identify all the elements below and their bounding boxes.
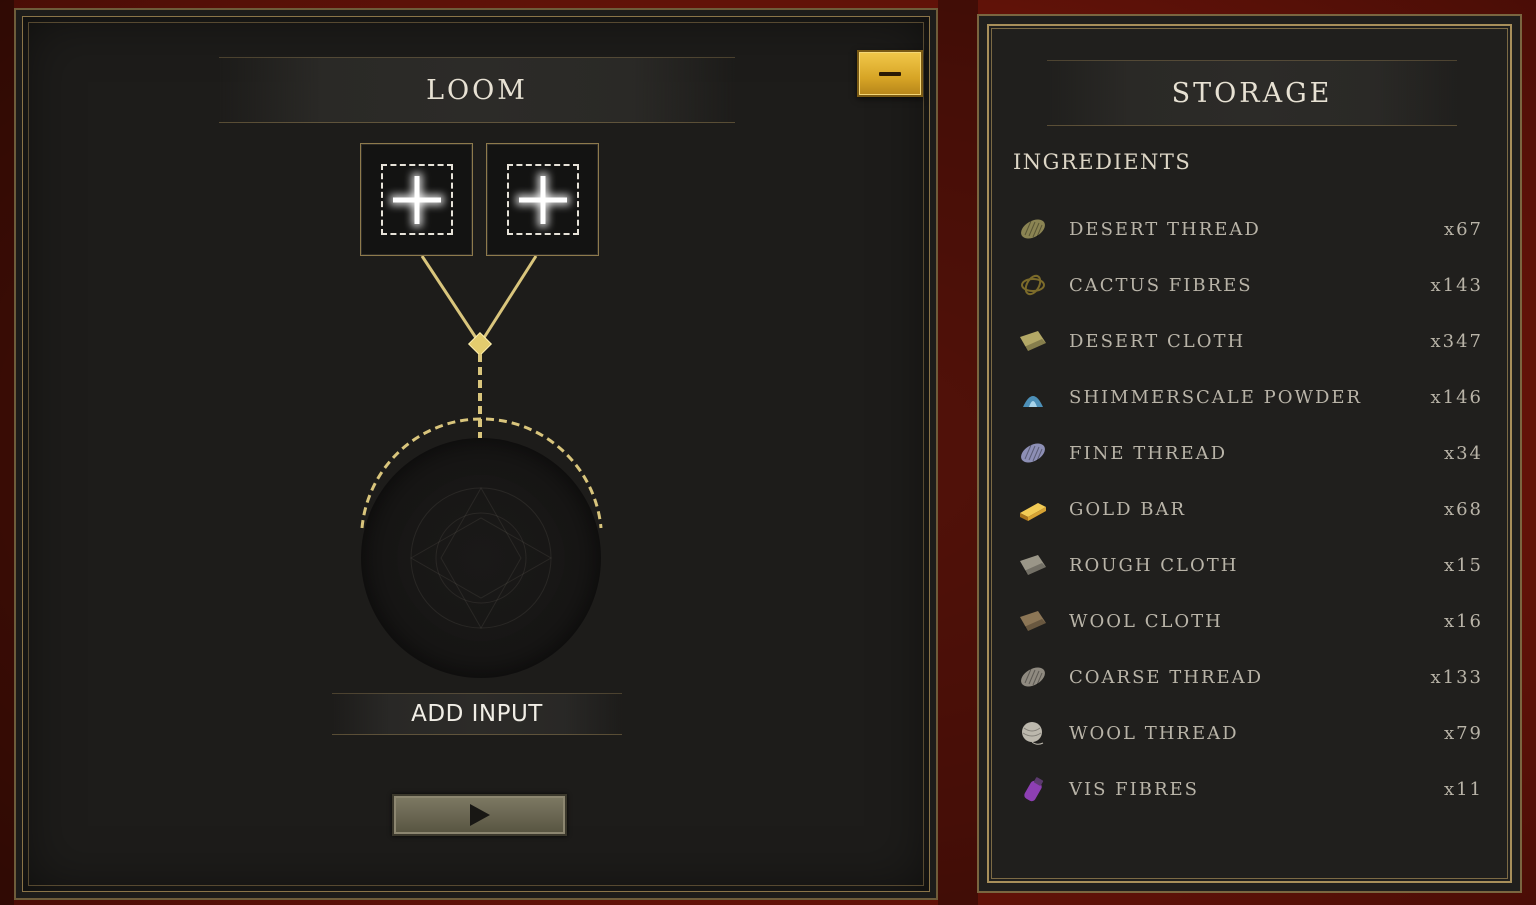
gold-bar-icon: [1013, 494, 1053, 524]
minus-icon: [879, 71, 901, 76]
ingredient-row[interactable]: DESERT CLOTH x347: [1013, 313, 1483, 369]
ingredient-row[interactable]: CACTUS FIBRES x143: [1013, 257, 1483, 313]
ingredient-count: x79: [1443, 722, 1483, 744]
fibre-bundle-icon: [1013, 270, 1053, 300]
background-gap: [938, 0, 978, 905]
ingredient-row[interactable]: FINE THREAD x34: [1013, 425, 1483, 481]
thread-spool-icon: [1013, 438, 1053, 468]
ingredient-name: COARSE THREAD: [1069, 666, 1264, 688]
ingredient-row[interactable]: GOLD BAR x68: [1013, 481, 1483, 537]
ingredient-list: DESERT THREAD x67 CACTUS FIBRES x143 DESERT …: [1013, 201, 1483, 817]
connector-line-right: [478, 255, 538, 345]
minimize-button[interactable]: [857, 50, 923, 97]
powder-pile-icon: [1013, 382, 1053, 412]
ingredient-name: DESERT THREAD: [1069, 218, 1261, 240]
add-input-banner: ADD INPUT: [332, 693, 622, 735]
ingredient-name: SHIMMERSCALE POWDER: [1069, 386, 1363, 408]
ingredient-row[interactable]: WOOL THREAD x79: [1013, 705, 1483, 761]
ingredient-count: x347: [1430, 330, 1483, 352]
connector-line-left: [420, 255, 482, 345]
fibre-vial-icon: [1013, 774, 1053, 804]
ingredient-count: x68: [1443, 498, 1483, 520]
ingredient-row[interactable]: ROUGH CLOTH x15: [1013, 537, 1483, 593]
plus-icon: [387, 170, 447, 230]
yarn-ball-icon: [1013, 718, 1053, 748]
background-left-edge: [0, 0, 14, 905]
ingredient-name: WOOL CLOTH: [1069, 610, 1223, 632]
input-slot-2[interactable]: [486, 143, 599, 256]
ingredient-row[interactable]: SHIMMERSCALE POWDER x146: [1013, 369, 1483, 425]
connector-node-diamond: [467, 331, 493, 357]
storage-title-bar: STORAGE: [1047, 60, 1457, 126]
ingredient-row[interactable]: DESERT THREAD x67: [1013, 201, 1483, 257]
thread-spool-icon: [1013, 662, 1053, 692]
loom-title: LOOM: [426, 74, 528, 106]
ingredient-name: VIS FIBRES: [1069, 778, 1200, 800]
ingredient-count: x143: [1430, 274, 1483, 296]
loom-panel: LOOM ADD INPUT: [14, 8, 938, 900]
ingredient-name: FINE THREAD: [1069, 442, 1228, 464]
output-slot[interactable]: [361, 438, 601, 678]
output-sigil-icon: [409, 486, 553, 630]
add-input-label: ADD INPUT: [411, 701, 543, 727]
ingredient-row[interactable]: VIS FIBRES x11: [1013, 761, 1483, 817]
ingredient-name: WOOL THREAD: [1069, 722, 1239, 744]
cloth-icon: [1013, 550, 1053, 580]
loom-title-bar: LOOM: [219, 57, 735, 123]
cloth-icon: [1013, 326, 1053, 356]
storage-panel: STORAGE INGREDIENTS DESERT THREAD x67 CACT…: [977, 14, 1522, 893]
input-slot-1[interactable]: [360, 143, 473, 256]
ingredient-count: x67: [1443, 218, 1483, 240]
ingredient-row[interactable]: COARSE THREAD x133: [1013, 649, 1483, 705]
ingredient-count: x15: [1443, 554, 1483, 576]
ingredients-heading: INGREDIENTS: [1013, 150, 1192, 174]
ingredient-name: CACTUS FIBRES: [1069, 274, 1253, 296]
cloth-icon: [1013, 606, 1053, 636]
ingredient-count: x16: [1443, 610, 1483, 632]
storage-title: STORAGE: [1171, 77, 1333, 109]
play-icon: [469, 804, 490, 826]
ingredient-name: GOLD BAR: [1069, 498, 1187, 520]
start-crafting-button[interactable]: [392, 794, 567, 836]
ingredient-count: x146: [1430, 386, 1483, 408]
ingredient-row[interactable]: WOOL CLOTH x16: [1013, 593, 1483, 649]
thread-spool-icon: [1013, 214, 1053, 244]
ingredient-count: x34: [1443, 442, 1483, 464]
ingredient-count: x11: [1443, 778, 1483, 800]
ingredient-count: x133: [1430, 666, 1483, 688]
plus-icon: [513, 170, 573, 230]
ingredient-name: DESERT CLOTH: [1069, 330, 1246, 352]
ingredient-name: ROUGH CLOTH: [1069, 554, 1239, 576]
